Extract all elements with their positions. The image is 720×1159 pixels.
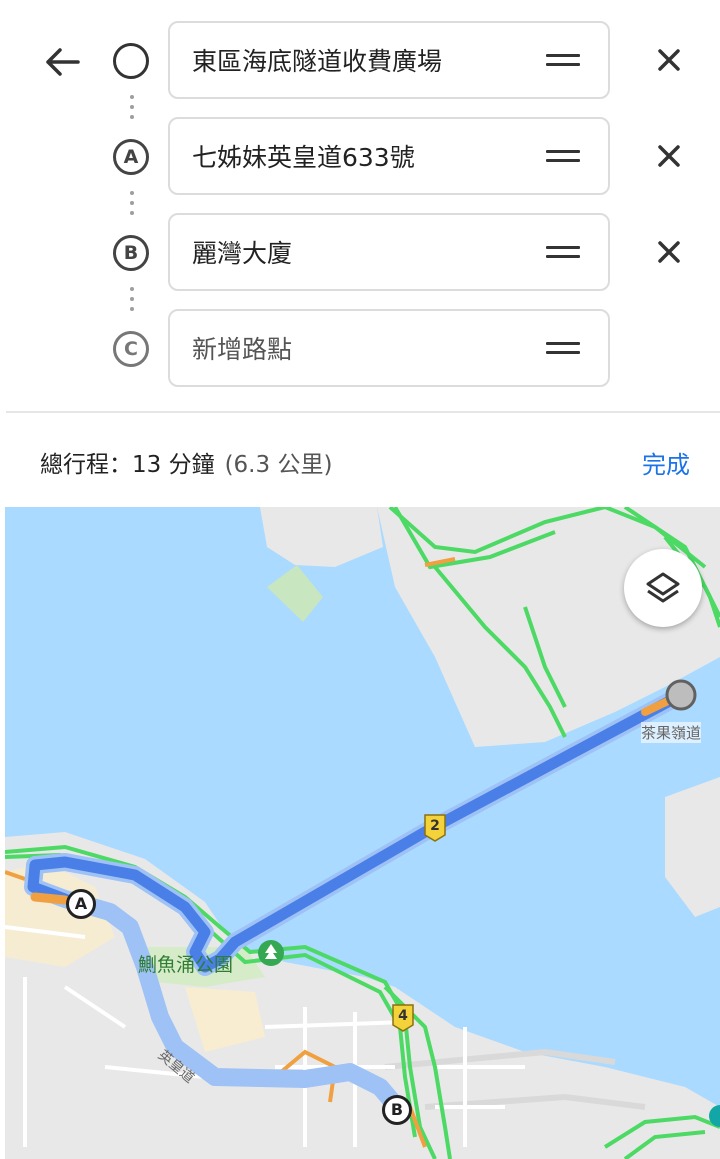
layers-icon (646, 572, 680, 603)
drag-handle-icon[interactable] (546, 150, 580, 162)
waypoint-b-marker: B (113, 235, 149, 271)
route-4-label: 4 (398, 1008, 408, 1024)
trip-duration: 總行程：13 分鐘 (40, 452, 215, 478)
trip-distance: (6.3 公里) (224, 452, 333, 478)
waypoint-b-field[interactable]: 麗灣大廈 (168, 213, 610, 291)
remove-waypoint-a-button[interactable] (648, 135, 690, 177)
remove-origin-button[interactable] (648, 39, 690, 81)
divider (6, 411, 720, 413)
back-button[interactable] (36, 36, 88, 88)
map-canvas (5, 507, 720, 1159)
route-connector-dots (130, 95, 134, 125)
drag-handle-icon[interactable] (546, 342, 580, 354)
drag-handle-icon[interactable] (546, 246, 580, 258)
remove-waypoint-b-button[interactable] (648, 231, 690, 273)
waypoint-a-value: 七姊妹英皇道633號 (192, 143, 415, 172)
pin-a[interactable]: A (66, 889, 96, 919)
origin-field[interactable]: 東區海底隧道收費廣場 (168, 21, 610, 99)
road-label-chaguo: 茶果嶺道 (641, 722, 702, 743)
close-icon (658, 145, 680, 167)
park-tree-icon (258, 940, 284, 966)
origin-value: 東區海底隧道收費廣場 (192, 47, 443, 76)
waypoint-a-marker: A (113, 139, 149, 175)
route-origin-dot (665, 679, 697, 711)
layers-button[interactable] (624, 549, 702, 627)
add-stop-field[interactable]: 新增路點 (168, 309, 610, 387)
waypoint-a-field[interactable]: 七姊妹英皇道633號 (168, 117, 610, 195)
origin-marker-icon (113, 43, 149, 79)
arrow-left-icon (46, 48, 80, 76)
waypoint-b-value: 麗灣大廈 (192, 239, 293, 268)
close-icon (658, 49, 680, 71)
park-label: 鰂魚涌公園 (138, 954, 234, 976)
map-view[interactable]: 2 4 A B 茶果嶺道 鰂魚涌公園 英皇道 (5, 507, 720, 1159)
route-connector-dots (130, 191, 134, 221)
pin-b[interactable]: B (382, 1095, 412, 1125)
done-button[interactable]: 完成 (642, 445, 690, 480)
route-connector-dots (130, 287, 134, 317)
drag-handle-icon[interactable] (546, 54, 580, 66)
waypoint-c-marker: C (113, 331, 149, 367)
close-icon (658, 241, 680, 263)
add-stop-placeholder: 新增路點 (192, 335, 293, 364)
route-2-label: 2 (430, 818, 440, 834)
trip-summary: 總行程：13 分鐘 (6.3 公里) (40, 445, 332, 479)
